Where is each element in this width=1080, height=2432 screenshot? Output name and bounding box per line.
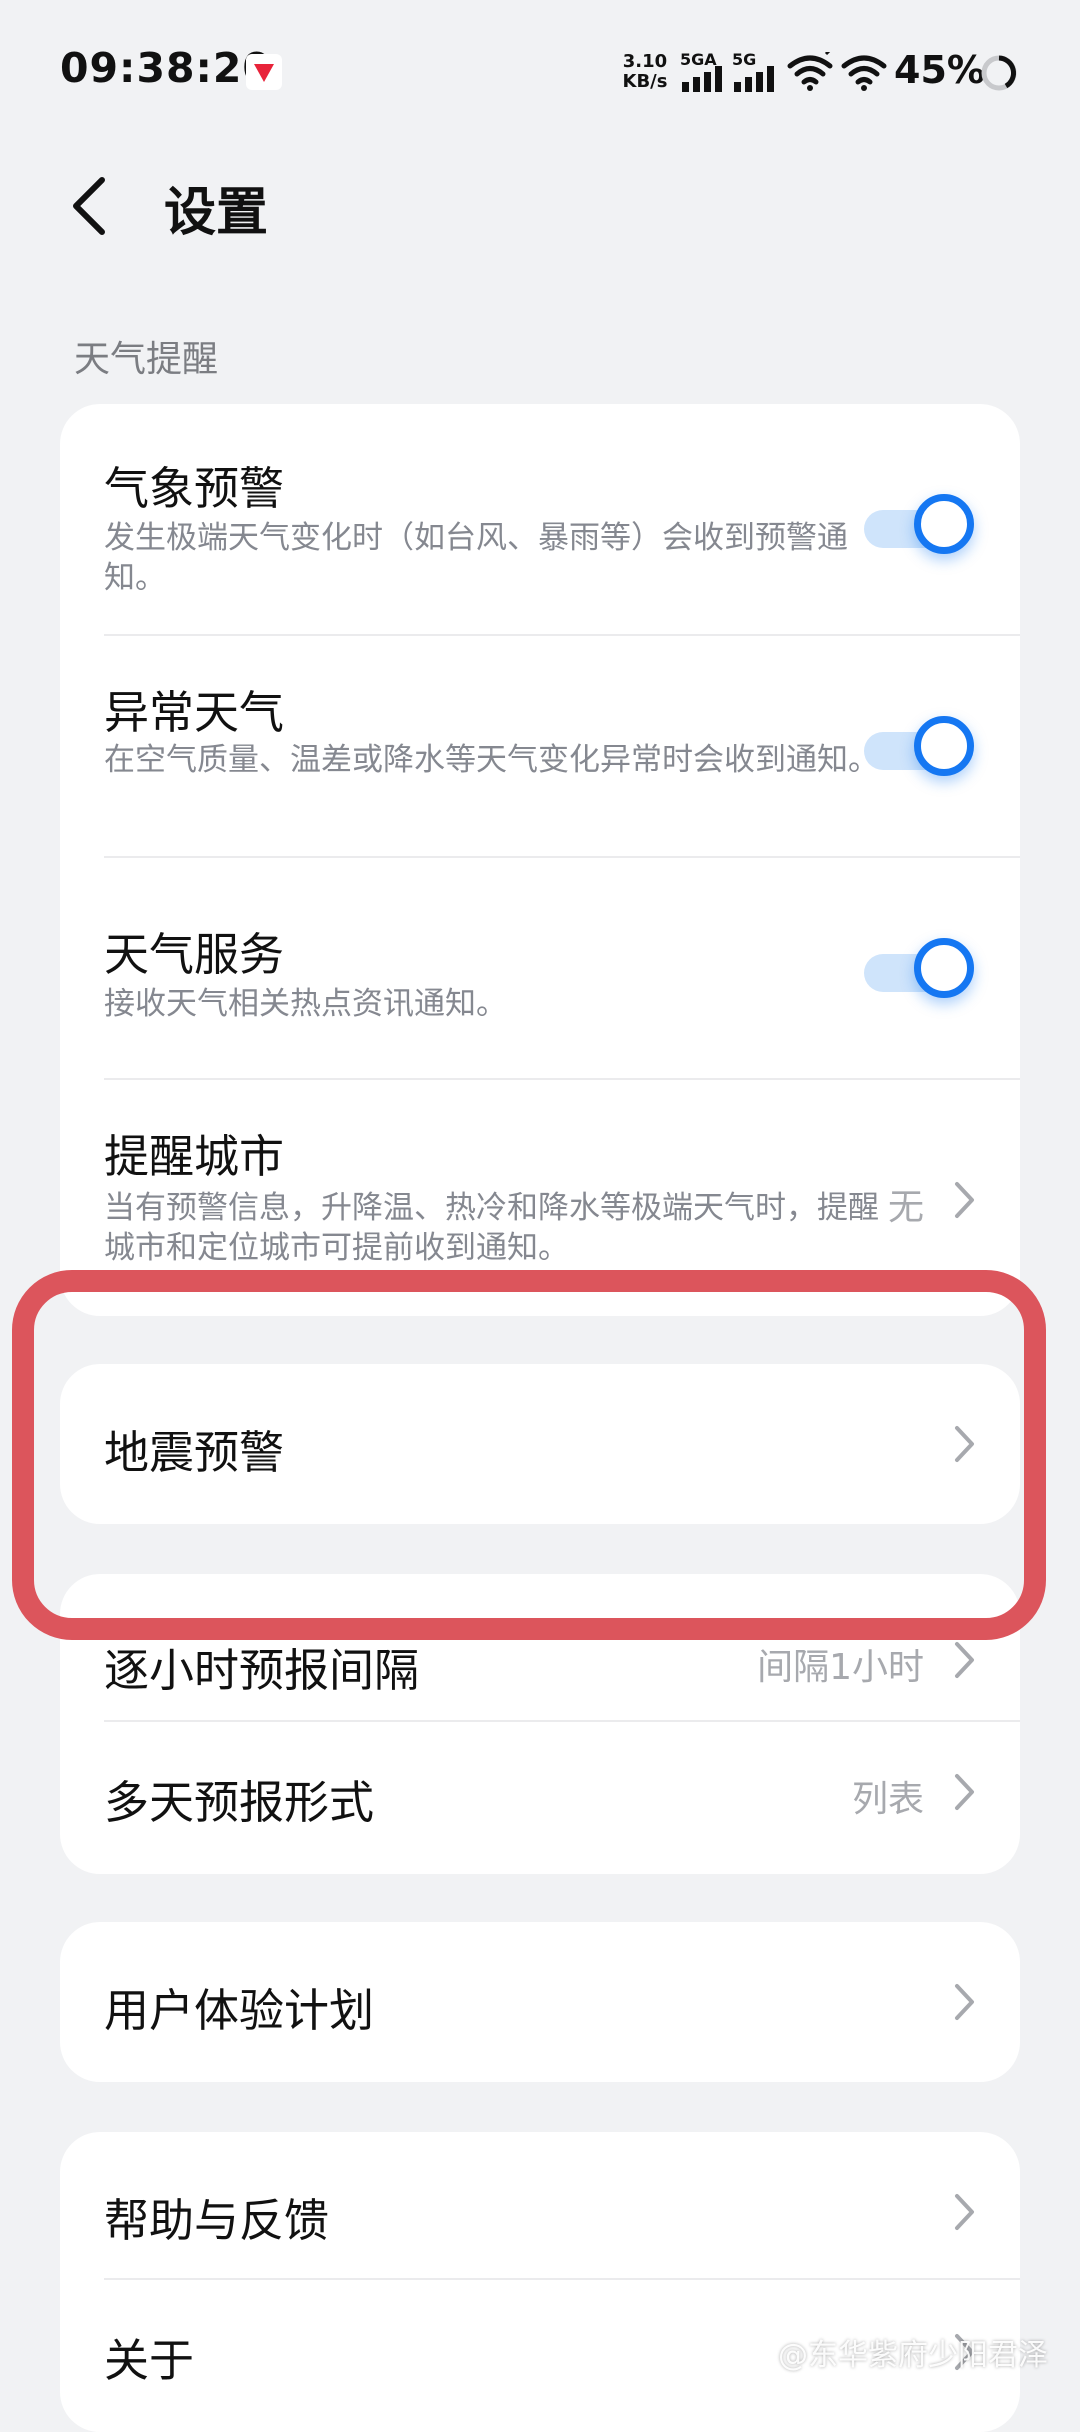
signal-5ga-icon: 5GA [680, 50, 728, 92]
chevron-right-icon [955, 1984, 974, 2020]
row-description: 发生极端天气变化时（如台风、暴雨等）会收到预警通知。 [104, 520, 848, 596]
help-about-card: 帮助与反馈 关于 [60, 2132, 1020, 2432]
status-time: 09:38:20 [60, 44, 272, 92]
chevron-right-icon [955, 1182, 974, 1218]
row-title: 地震预警 [104, 1426, 285, 1479]
weather-service-toggle[interactable] [862, 932, 982, 1008]
setting-row-help-feedback[interactable]: 帮助与反馈 [60, 2132, 1020, 2280]
signal-5g-icon: 5G [732, 50, 780, 92]
hourly-interval-value: 间隔1小时 [757, 1647, 924, 1688]
row-description: 当有预警信息，升降温、热冷和降水等极端天气时，提醒城市和定位城市可提前收到通知。 [104, 1190, 879, 1266]
forecast-settings-card: 逐小时预报间隔 间隔1小时 多天预报形式 列表 [60, 1574, 1020, 1874]
row-title: 天气服务 [104, 928, 285, 981]
row-title: 多天预报形式 [104, 1776, 375, 1829]
back-arrow-icon[interactable] [66, 174, 110, 238]
status-bar: 09:38:20 3.10 KB/s 5GA 5G 45% [0, 0, 1080, 140]
net-speed: 3.10 KB/s [622, 51, 668, 92]
chevron-right-icon [955, 2194, 974, 2230]
row-description: 接收天气相关热点资讯通知。 [104, 986, 507, 1022]
weather-warning-toggle[interactable] [862, 488, 982, 564]
earthquake-warning-card[interactable]: 地震预警 [60, 1364, 1020, 1524]
setting-row-multi-day-format[interactable]: 多天预报形式 列表 [60, 1722, 1020, 1874]
page-title: 设置 [164, 183, 269, 243]
chevron-right-icon [955, 1426, 974, 1462]
app-notification-icon [246, 54, 282, 90]
multi-day-format-value: 列表 [851, 1779, 924, 1820]
row-title: 提醒城市 [104, 1130, 285, 1183]
chevron-right-icon [955, 1642, 974, 1678]
setting-row-weather-service[interactable]: 天气服务 接收天气相关热点资讯通知。 [60, 858, 1020, 1080]
battery-percent: 45% [894, 48, 985, 92]
row-title: 用户体验计划 [104, 1984, 375, 2037]
row-title: 异常天气 [104, 686, 285, 739]
setting-row-hourly-interval[interactable]: 逐小时预报间隔 间隔1小时 [60, 1574, 1020, 1722]
row-title: 逐小时预报间隔 [104, 1644, 420, 1697]
reminder-city-value: 无 [887, 1187, 924, 1228]
setting-row-user-experience[interactable]: 用户体验计划 [60, 1922, 1020, 2082]
weather-alerts-card: 气象预警 发生极端天气变化时（如台风、暴雨等）会收到预警通知。 异常天气 在空气… [60, 404, 1020, 1316]
row-title: 帮助与反馈 [104, 2194, 330, 2247]
user-experience-card[interactable]: 用户体验计划 [60, 1922, 1020, 2082]
setting-row-reminder-city[interactable]: 提醒城市 当有预警信息，升降温、热冷和降水等极端天气时，提醒城市和定位城市可提前… [60, 1080, 1020, 1316]
row-title: 关于 [104, 2334, 195, 2387]
row-description: 在空气质量、温差或降水等天气变化异常时会收到通知。 [104, 742, 879, 778]
section-title-weather-alerts: 天气提醒 [74, 339, 219, 380]
watermark: @东华紫府少阳君泽 [778, 2338, 1048, 2373]
chevron-right-icon [955, 1774, 974, 1810]
battery-icon [981, 55, 1017, 91]
setting-row-weather-warning[interactable]: 气象预警 发生极端天气变化时（如台风、暴雨等）会收到预警通知。 [60, 404, 1020, 636]
abnormal-weather-toggle[interactable] [862, 710, 982, 786]
setting-row-earthquake-warning[interactable]: 地震预警 [60, 1364, 1020, 1524]
setting-row-abnormal-weather[interactable]: 异常天气 在空气质量、温差或降水等天气变化异常时会收到通知。 [60, 636, 1020, 858]
wifi-icon [787, 52, 833, 91]
wifi-icon-2 [841, 55, 887, 91]
row-title: 气象预警 [104, 462, 285, 515]
